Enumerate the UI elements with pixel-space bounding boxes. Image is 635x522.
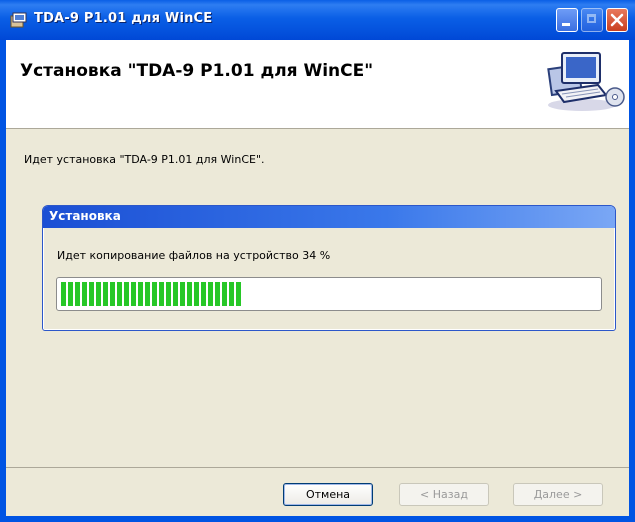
title-bar[interactable]: TDA-9 P1.01 для WinCE <box>0 0 635 40</box>
installer-icon <box>10 11 28 29</box>
group-title: Установка <box>49 209 121 223</box>
wizard-header: Установка "TDA-9 P1.01 для WinCE" <box>6 40 629 129</box>
cancel-button[interactable]: Отмена <box>283 483 373 506</box>
window-title: TDA-9 P1.01 для WinCE <box>34 11 213 26</box>
minimize-icon <box>562 23 570 26</box>
maximize-button[interactable] <box>581 8 603 32</box>
computer-setup-icon <box>536 47 626 113</box>
progress-fill <box>61 282 243 306</box>
progress-group: Установка Идет копирование файлов на уст… <box>42 205 616 331</box>
progress-label: Идет копирование файлов на устройство 34… <box>57 249 331 262</box>
next-button[interactable]: Далее > <box>513 483 603 506</box>
back-button[interactable]: < Назад <box>399 483 489 506</box>
close-icon <box>610 13 624 27</box>
close-button[interactable] <box>606 8 628 32</box>
installer-window: TDA-9 P1.01 для WinCE Установка "TDA-9 P… <box>0 0 635 522</box>
page-title: Установка "TDA-9 P1.01 для WinCE" <box>20 61 374 81</box>
group-header: Установка <box>43 206 615 228</box>
progress-bar <box>56 277 602 311</box>
footer-divider <box>6 467 629 468</box>
maximize-icon <box>587 14 596 23</box>
group-body: Идет копирование файлов на устройство 34… <box>44 228 614 329</box>
minimize-button[interactable] <box>556 8 578 32</box>
status-text: Идет установка "TDA-9 P1.01 для WinCE". <box>24 153 265 166</box>
